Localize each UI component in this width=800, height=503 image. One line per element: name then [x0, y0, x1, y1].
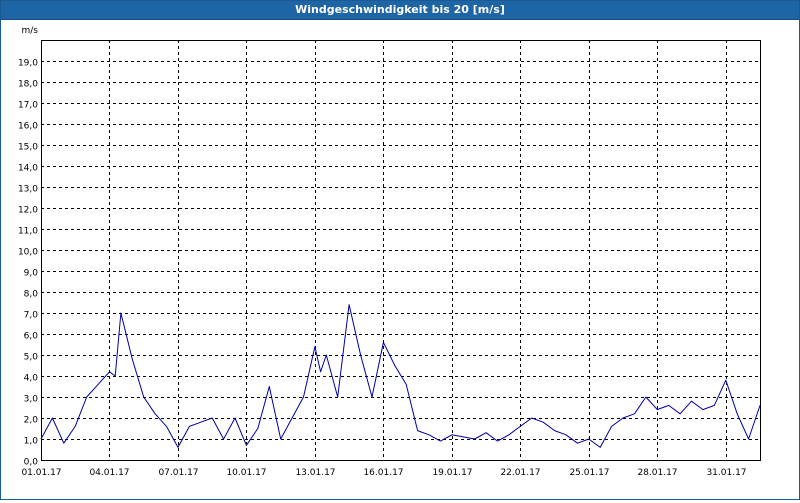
y-tick-label: 13,0 — [18, 185, 38, 195]
y-tick-label: 15,0 — [18, 143, 38, 153]
y-tick-label: 3,0 — [24, 395, 39, 405]
x-tick-label: 28.01.17 — [637, 468, 677, 478]
x-tick-label: 25.01.17 — [569, 468, 609, 478]
y-tick-label: 12,0 — [18, 206, 38, 216]
y-tick-label: 17,0 — [18, 101, 38, 111]
y-tick-label: 5,0 — [24, 353, 39, 363]
x-tick-label: 31.01.17 — [706, 468, 746, 478]
y-tick-label: 4,0 — [24, 374, 39, 384]
x-tick-label: 13.01.17 — [295, 468, 335, 478]
y-tick-label: 8,0 — [24, 290, 39, 300]
wind-speed-series-line — [40, 304, 761, 448]
x-tick-label: 10.01.17 — [226, 468, 266, 478]
y-tick-label: 6,0 — [24, 332, 39, 342]
x-tick-label: 16.01.17 — [363, 468, 403, 478]
window-title: Windgeschwindigkeit bis 20 [m/s] — [295, 3, 505, 16]
y-tick-label: 9,0 — [24, 269, 39, 279]
chart-window: Windgeschwindigkeit bis 20 [m/s] 0,0 1,0 2… — [0, 0, 800, 500]
y-tick-label: 19,0 — [18, 59, 38, 69]
x-tick-label: 01.01.17 — [21, 468, 61, 478]
y-tick-label: 14,0 — [18, 164, 38, 174]
chart-area: 0,0 1,0 2,0 3,0 4,0 5,0 6,0 7,0 8,0 9,0 10,0 11,0 12… — [1, 20, 799, 499]
wind-speed-chart: 0,0 1,0 2,0 3,0 4,0 5,0 6,0 7,0 8,0 9,0 10,0 11,0 12… — [18, 26, 761, 478]
x-tick-label: 07.01.17 — [158, 468, 198, 478]
y-tick-label: 16,0 — [18, 122, 38, 132]
y-axis-label: m/s — [22, 26, 39, 36]
y-tick-label: 1,0 — [24, 437, 39, 447]
series-layer — [40, 304, 761, 448]
y-tick-label: 18,0 — [18, 80, 38, 90]
y-tick-label: 10,0 — [18, 248, 38, 258]
y-tick-label: 2,0 — [24, 416, 39, 426]
grid-layer — [41, 40, 760, 460]
x-tick-label: 04.01.17 — [89, 468, 129, 478]
y-tick-label: 7,0 — [24, 311, 39, 321]
window-titlebar: Windgeschwindigkeit bis 20 [m/s] — [1, 1, 799, 20]
x-tick-label: 19.01.17 — [432, 468, 472, 478]
x-tick-label: 22.01.17 — [500, 468, 540, 478]
y-tick-label: 11,0 — [18, 227, 38, 237]
y-tick-label: 0,0 — [24, 458, 39, 468]
